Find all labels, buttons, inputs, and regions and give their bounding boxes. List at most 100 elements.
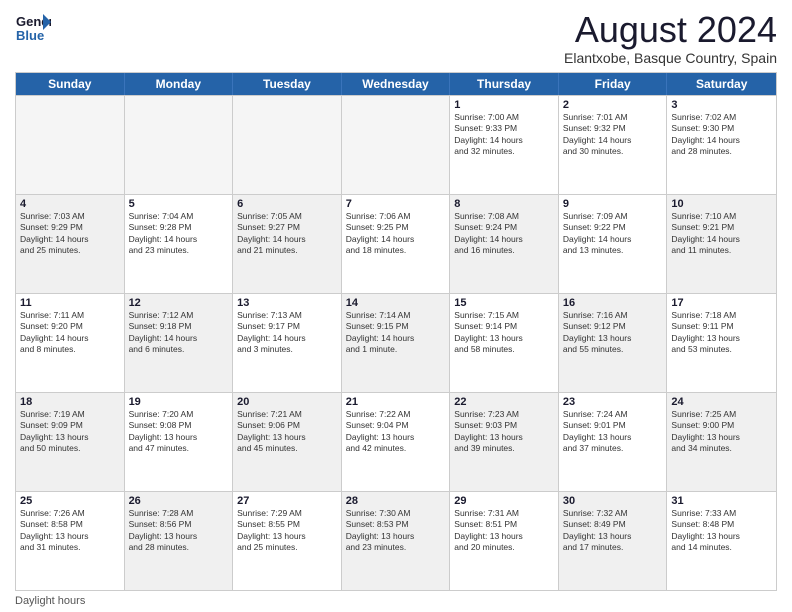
calendar-cell: 14Sunrise: 7:14 AM Sunset: 9:15 PM Dayli… [342,294,451,392]
weekday-header: Sunday [16,73,125,95]
calendar-header: SundayMondayTuesdayWednesdayThursdayFrid… [16,73,776,95]
day-number: 20 [237,396,337,408]
day-number: 21 [346,396,446,408]
day-info: Sunrise: 7:20 AM Sunset: 9:08 PM Dayligh… [129,409,229,455]
day-number: 4 [20,198,120,210]
calendar-cell: 3Sunrise: 7:02 AM Sunset: 9:30 PM Daylig… [667,96,776,194]
day-info: Sunrise: 7:01 AM Sunset: 9:32 PM Dayligh… [563,112,663,158]
day-number: 1 [454,99,554,111]
calendar-cell: 4Sunrise: 7:03 AM Sunset: 9:29 PM Daylig… [16,195,125,293]
calendar-cell: 23Sunrise: 7:24 AM Sunset: 9:01 PM Dayli… [559,393,668,491]
day-info: Sunrise: 7:30 AM Sunset: 8:53 PM Dayligh… [346,508,446,554]
calendar-cell: 29Sunrise: 7:31 AM Sunset: 8:51 PM Dayli… [450,492,559,590]
day-info: Sunrise: 7:02 AM Sunset: 9:30 PM Dayligh… [671,112,772,158]
day-info: Sunrise: 7:22 AM Sunset: 9:04 PM Dayligh… [346,409,446,455]
calendar-cell: 15Sunrise: 7:15 AM Sunset: 9:14 PM Dayli… [450,294,559,392]
day-number: 19 [129,396,229,408]
day-info: Sunrise: 7:25 AM Sunset: 9:00 PM Dayligh… [671,409,772,455]
calendar-cell: 6Sunrise: 7:05 AM Sunset: 9:27 PM Daylig… [233,195,342,293]
calendar-row: 4Sunrise: 7:03 AM Sunset: 9:29 PM Daylig… [16,194,776,293]
calendar-cell: 1Sunrise: 7:00 AM Sunset: 9:33 PM Daylig… [450,96,559,194]
calendar-cell [233,96,342,194]
day-info: Sunrise: 7:14 AM Sunset: 9:15 PM Dayligh… [346,310,446,356]
day-number: 22 [454,396,554,408]
weekday-header: Thursday [450,73,559,95]
day-info: Sunrise: 7:33 AM Sunset: 8:48 PM Dayligh… [671,508,772,554]
day-number: 14 [346,297,446,309]
day-info: Sunrise: 7:10 AM Sunset: 9:21 PM Dayligh… [671,211,772,257]
day-info: Sunrise: 7:00 AM Sunset: 9:33 PM Dayligh… [454,112,554,158]
day-info: Sunrise: 7:03 AM Sunset: 9:29 PM Dayligh… [20,211,120,257]
day-number: 6 [237,198,337,210]
day-info: Sunrise: 7:26 AM Sunset: 8:58 PM Dayligh… [20,508,120,554]
calendar-row: 11Sunrise: 7:11 AM Sunset: 9:20 PM Dayli… [16,293,776,392]
day-info: Sunrise: 7:19 AM Sunset: 9:09 PM Dayligh… [20,409,120,455]
day-info: Sunrise: 7:28 AM Sunset: 8:56 PM Dayligh… [129,508,229,554]
day-number: 23 [563,396,663,408]
calendar-cell: 24Sunrise: 7:25 AM Sunset: 9:00 PM Dayli… [667,393,776,491]
day-number: 31 [671,495,772,507]
day-info: Sunrise: 7:11 AM Sunset: 9:20 PM Dayligh… [20,310,120,356]
day-number: 12 [129,297,229,309]
day-info: Sunrise: 7:21 AM Sunset: 9:06 PM Dayligh… [237,409,337,455]
subtitle: Elantxobe, Basque Country, Spain [564,50,777,66]
day-info: Sunrise: 7:13 AM Sunset: 9:17 PM Dayligh… [237,310,337,356]
day-info: Sunrise: 7:23 AM Sunset: 9:03 PM Dayligh… [454,409,554,455]
day-number: 30 [563,495,663,507]
weekday-header: Wednesday [342,73,451,95]
calendar-cell [125,96,234,194]
calendar-cell [16,96,125,194]
logo: General Blue [15,10,51,46]
day-info: Sunrise: 7:32 AM Sunset: 8:49 PM Dayligh… [563,508,663,554]
page-header: General Blue August 2024 Elantxobe, Basq… [15,10,777,66]
title-block: August 2024 Elantxobe, Basque Country, S… [564,10,777,66]
day-number: 29 [454,495,554,507]
day-info: Sunrise: 7:24 AM Sunset: 9:01 PM Dayligh… [563,409,663,455]
day-info: Sunrise: 7:09 AM Sunset: 9:22 PM Dayligh… [563,211,663,257]
calendar-cell: 22Sunrise: 7:23 AM Sunset: 9:03 PM Dayli… [450,393,559,491]
calendar-cell: 17Sunrise: 7:18 AM Sunset: 9:11 PM Dayli… [667,294,776,392]
day-info: Sunrise: 7:08 AM Sunset: 9:24 PM Dayligh… [454,211,554,257]
calendar-body: 1Sunrise: 7:00 AM Sunset: 9:33 PM Daylig… [16,95,776,590]
day-number: 5 [129,198,229,210]
calendar-cell: 13Sunrise: 7:13 AM Sunset: 9:17 PM Dayli… [233,294,342,392]
calendar-cell: 26Sunrise: 7:28 AM Sunset: 8:56 PM Dayli… [125,492,234,590]
calendar-cell: 20Sunrise: 7:21 AM Sunset: 9:06 PM Dayli… [233,393,342,491]
day-number: 9 [563,198,663,210]
calendar-cell: 10Sunrise: 7:10 AM Sunset: 9:21 PM Dayli… [667,195,776,293]
calendar-cell: 19Sunrise: 7:20 AM Sunset: 9:08 PM Dayli… [125,393,234,491]
day-number: 26 [129,495,229,507]
day-number: 8 [454,198,554,210]
calendar-cell [342,96,451,194]
weekday-header: Tuesday [233,73,342,95]
calendar-cell: 21Sunrise: 7:22 AM Sunset: 9:04 PM Dayli… [342,393,451,491]
day-info: Sunrise: 7:12 AM Sunset: 9:18 PM Dayligh… [129,310,229,356]
main-title: August 2024 [564,10,777,50]
calendar-cell: 7Sunrise: 7:06 AM Sunset: 9:25 PM Daylig… [342,195,451,293]
day-number: 15 [454,297,554,309]
calendar-cell: 30Sunrise: 7:32 AM Sunset: 8:49 PM Dayli… [559,492,668,590]
day-number: 28 [346,495,446,507]
day-info: Sunrise: 7:18 AM Sunset: 9:11 PM Dayligh… [671,310,772,356]
weekday-header: Saturday [667,73,776,95]
calendar-cell: 28Sunrise: 7:30 AM Sunset: 8:53 PM Dayli… [342,492,451,590]
day-number: 7 [346,198,446,210]
day-number: 3 [671,99,772,111]
day-number: 10 [671,198,772,210]
day-info: Sunrise: 7:04 AM Sunset: 9:28 PM Dayligh… [129,211,229,257]
day-number: 13 [237,297,337,309]
footer: Daylight hours [15,595,777,607]
calendar-cell: 2Sunrise: 7:01 AM Sunset: 9:32 PM Daylig… [559,96,668,194]
logo-svg: General Blue [15,10,51,46]
day-info: Sunrise: 7:15 AM Sunset: 9:14 PM Dayligh… [454,310,554,356]
day-number: 18 [20,396,120,408]
day-number: 16 [563,297,663,309]
calendar-row: 18Sunrise: 7:19 AM Sunset: 9:09 PM Dayli… [16,392,776,491]
day-number: 25 [20,495,120,507]
day-number: 17 [671,297,772,309]
calendar: SundayMondayTuesdayWednesdayThursdayFrid… [15,72,777,591]
calendar-cell: 31Sunrise: 7:33 AM Sunset: 8:48 PM Dayli… [667,492,776,590]
day-number: 11 [20,297,120,309]
calendar-cell: 16Sunrise: 7:16 AM Sunset: 9:12 PM Dayli… [559,294,668,392]
day-info: Sunrise: 7:16 AM Sunset: 9:12 PM Dayligh… [563,310,663,356]
